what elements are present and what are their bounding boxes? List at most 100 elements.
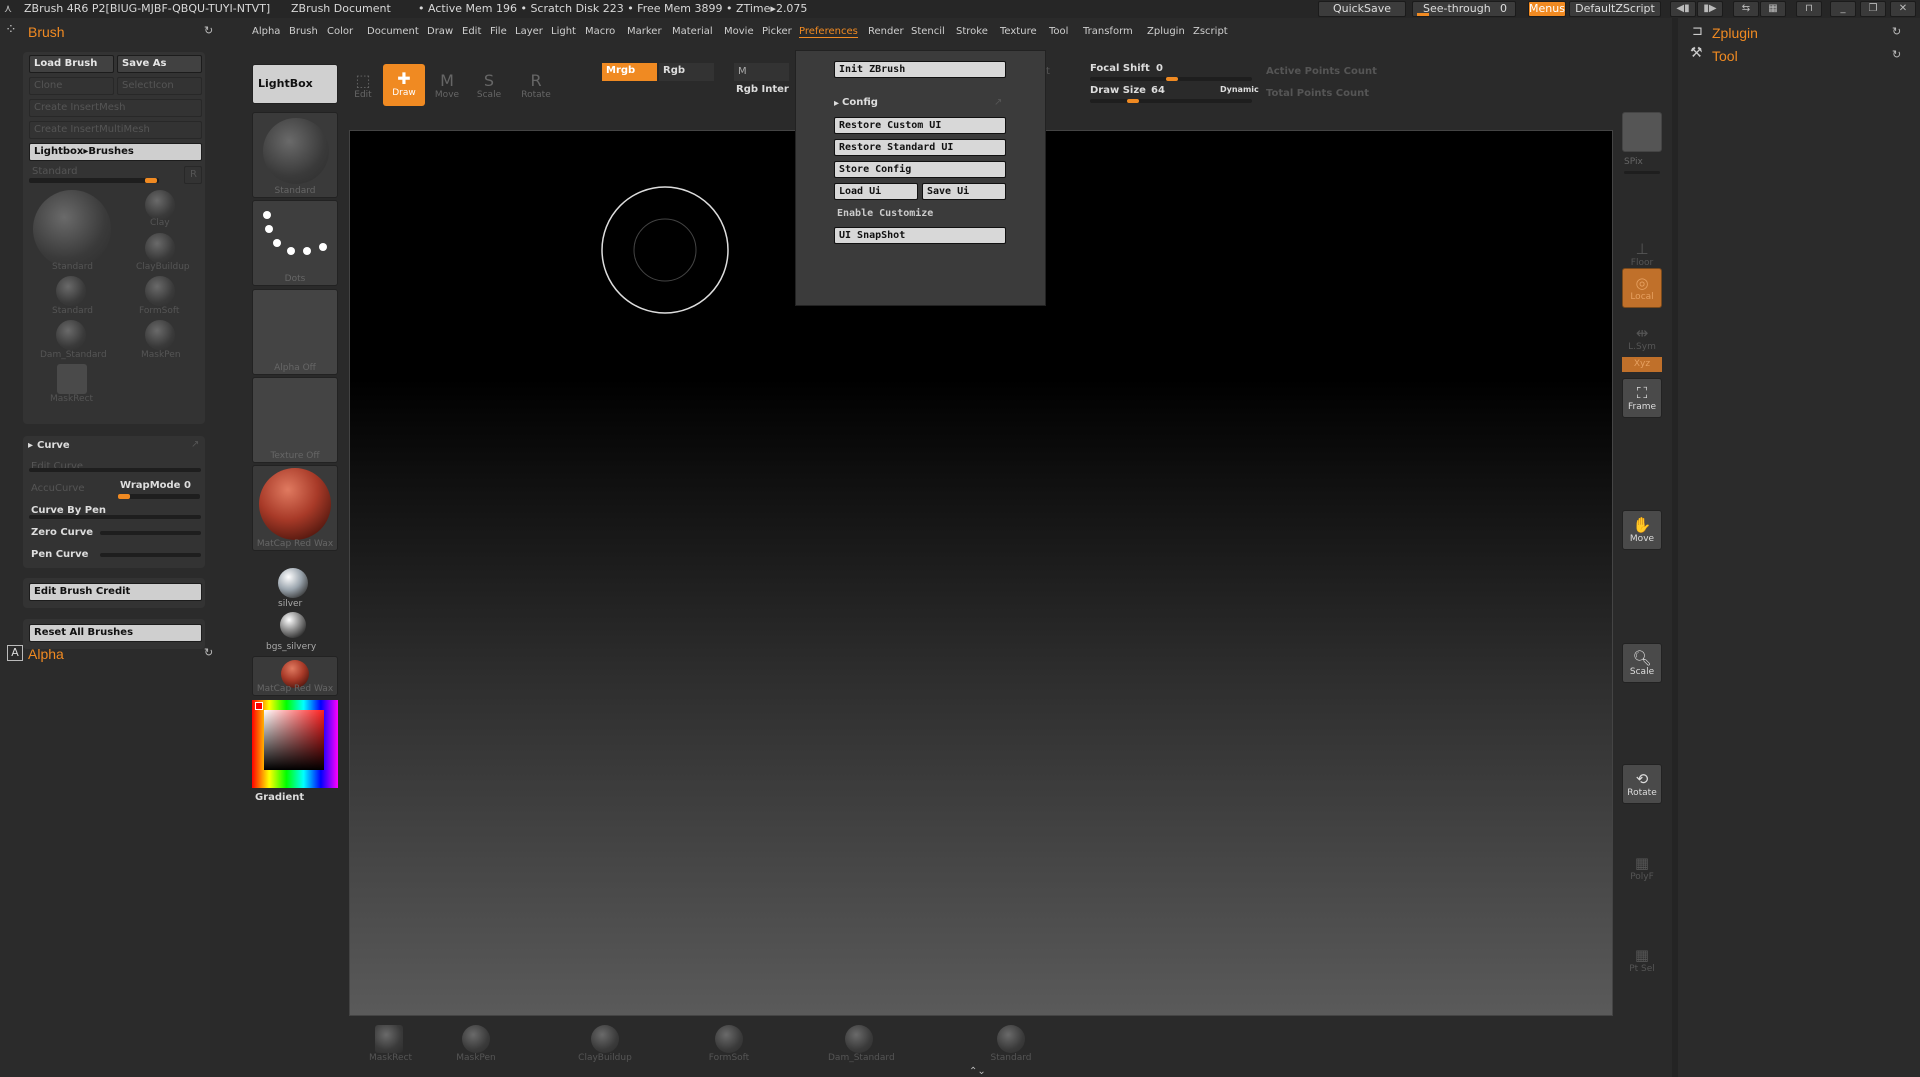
- bottom-brush-claybuildup[interactable]: ClayBuildup: [578, 1023, 632, 1063]
- zplugin-refresh-icon[interactable]: ↻: [1892, 25, 1901, 38]
- lightbox-button[interactable]: LightBox: [252, 64, 338, 104]
- layout-left-icon[interactable]: ◀▮: [1670, 1, 1696, 17]
- menu-stencil[interactable]: Stencil: [911, 26, 945, 37]
- alpha-tile[interactable]: Alpha Off: [252, 289, 338, 375]
- curve-expand-icon[interactable]: ▸: [28, 440, 33, 451]
- menu-layer[interactable]: Layer: [515, 26, 543, 37]
- move-mode-button[interactable]: M Move: [427, 66, 467, 106]
- brush-thumb-dam-standard[interactable]: [56, 320, 86, 350]
- scale-view-button[interactable]: 🔍︎ Scale: [1622, 643, 1662, 683]
- rotate-view-button[interactable]: ⟲ Rotate: [1622, 764, 1662, 804]
- menu-document[interactable]: Document: [367, 26, 419, 37]
- brush-thumb-maskrect[interactable]: [57, 364, 87, 394]
- pen-curve-button[interactable]: Pen Curve: [31, 549, 88, 560]
- scale-mode-button[interactable]: S Scale: [469, 66, 509, 106]
- m-button[interactable]: M: [734, 63, 789, 81]
- config-title[interactable]: Config: [842, 97, 878, 108]
- tool-refresh-icon[interactable]: ↻: [1892, 48, 1901, 61]
- rotate-mode-button[interactable]: R Rotate: [516, 66, 556, 106]
- menu-picker[interactable]: Picker: [762, 26, 792, 37]
- menu-preferences[interactable]: Preferences: [799, 26, 858, 38]
- bottom-tray-toggle-icon[interactable]: ⌃⌄: [969, 1066, 986, 1077]
- menu-alpha[interactable]: Alpha: [252, 26, 280, 37]
- primary-color-swatch[interactable]: [255, 702, 263, 710]
- layout-swap-icon[interactable]: ⇆: [1733, 1, 1759, 17]
- menu-file[interactable]: File: [490, 26, 507, 37]
- menu-color[interactable]: Color: [327, 26, 353, 37]
- reset-all-brushes-button[interactable]: Reset All Brushes: [29, 624, 202, 642]
- brush-thumb-large[interactable]: [33, 190, 111, 268]
- material-tile[interactable]: MatCap Red Wax: [252, 465, 338, 551]
- brush-panel-title[interactable]: Brush: [28, 24, 65, 40]
- spix-slider[interactable]: [1624, 171, 1660, 174]
- default-zscript-button[interactable]: DefaultZScript: [1569, 1, 1661, 17]
- menu-marker[interactable]: Marker: [627, 26, 662, 37]
- polyf-button[interactable]: ▦ PolyF: [1622, 848, 1662, 888]
- bottom-brush-formsoft[interactable]: FormSoft: [707, 1023, 751, 1063]
- bottom-brush-dam-standard[interactable]: Dam_Standard: [828, 1023, 895, 1063]
- restore-standard-ui-button[interactable]: Restore Standard UI: [834, 139, 1006, 156]
- close-icon[interactable]: ✕: [1890, 1, 1916, 17]
- menu-macro[interactable]: Macro: [585, 26, 615, 37]
- config-link-icon[interactable]: ↗: [994, 97, 1002, 108]
- edit-mode-button[interactable]: ⬚ Edit: [343, 66, 383, 106]
- color-picker[interactable]: [252, 700, 338, 788]
- ui-snapshot-button[interactable]: UI SnapShot: [834, 227, 1006, 244]
- minimize-icon[interactable]: _: [1830, 1, 1856, 17]
- current-brush-tile[interactable]: Standard: [252, 112, 338, 198]
- bottom-brush-maskpen[interactable]: MaskPen: [456, 1023, 496, 1063]
- move-view-button[interactable]: ✋ Move: [1622, 510, 1662, 550]
- menu-draw[interactable]: Draw: [427, 26, 453, 37]
- save-as-button[interactable]: Save As: [117, 55, 202, 73]
- load-ui-button[interactable]: Load Ui: [834, 183, 918, 200]
- draw-mode-button[interactable]: ✚ Draw: [383, 64, 425, 106]
- menu-tool[interactable]: Tool: [1049, 26, 1068, 37]
- clone-button[interactable]: Clone: [29, 77, 114, 95]
- menu-light[interactable]: Light: [551, 26, 576, 37]
- menu-render[interactable]: Render: [868, 26, 904, 37]
- restore-custom-ui-button[interactable]: Restore Custom UI: [834, 117, 1006, 134]
- create-insertmesh-button[interactable]: Create InsertMesh: [29, 99, 202, 117]
- tool-panel-title[interactable]: Tool: [1712, 48, 1738, 64]
- xyz-toggle[interactable]: Xyz: [1622, 357, 1662, 372]
- curve-link-icon[interactable]: ↗: [191, 439, 199, 450]
- brush-thumb-standard[interactable]: [56, 276, 86, 306]
- frame-button[interactable]: ⛶ Frame: [1622, 378, 1662, 418]
- gradient-toggle[interactable]: Gradient: [255, 792, 304, 803]
- brush-thumb-clay[interactable]: [145, 190, 175, 220]
- lightbox-brushes-button[interactable]: Lightbox▸Brushes: [29, 143, 202, 161]
- r-button[interactable]: R: [184, 166, 202, 184]
- lsym-button[interactable]: ⇹ L.Sym: [1622, 318, 1662, 358]
- mrgb-button[interactable]: Mrgb: [602, 63, 657, 81]
- menu-movie[interactable]: Movie: [724, 26, 754, 37]
- menu-texture[interactable]: Texture: [1000, 26, 1037, 37]
- local-button[interactable]: ◎ Local: [1622, 268, 1662, 308]
- brush-thumb-claybuildup[interactable]: [145, 233, 175, 263]
- layout-right-icon[interactable]: ▮▶: [1697, 1, 1723, 17]
- enable-customize-toggle[interactable]: Enable Customize: [837, 208, 933, 219]
- brush-slider[interactable]: [29, 178, 159, 183]
- zplugin-panel-title[interactable]: Zplugin: [1712, 25, 1758, 41]
- menus-toggle[interactable]: Menus: [1528, 1, 1566, 17]
- stroke-tile[interactable]: Dots: [252, 200, 338, 286]
- layout-grid-icon[interactable]: ▦: [1760, 1, 1786, 17]
- menu-zscript[interactable]: Zscript: [1193, 26, 1228, 37]
- edit-brush-credit-button[interactable]: Edit Brush Credit: [29, 583, 202, 601]
- create-insertmultimesh-button[interactable]: Create InsertMultiMesh: [29, 121, 202, 139]
- alpha-panel-refresh-icon[interactable]: ↻: [204, 646, 213, 659]
- zero-curve-button[interactable]: Zero Curve: [31, 527, 93, 538]
- restore-icon[interactable]: ❐: [1860, 1, 1886, 17]
- lock-icon[interactable]: ⊓: [1796, 1, 1822, 17]
- rgb-intensity-slider[interactable]: Rgb Inter: [736, 84, 794, 102]
- material-bgs-swatch[interactable]: [280, 612, 306, 638]
- texture-tile[interactable]: Texture Off: [252, 377, 338, 463]
- brush-thumb-maskpen[interactable]: [145, 320, 175, 350]
- quicksave-button[interactable]: QuickSave: [1318, 1, 1406, 17]
- store-config-button[interactable]: Store Config: [834, 161, 1006, 178]
- transp-button[interactable]: ▦ Pt Sel: [1622, 940, 1662, 980]
- curve-title[interactable]: Curve: [37, 440, 70, 451]
- dynamic-toggle[interactable]: Dynamic: [1220, 85, 1259, 94]
- selecticon-button[interactable]: SelectIcon: [117, 77, 202, 95]
- spix-button[interactable]: [1622, 112, 1662, 152]
- init-zbrush-button[interactable]: Init ZBrush: [834, 61, 1006, 78]
